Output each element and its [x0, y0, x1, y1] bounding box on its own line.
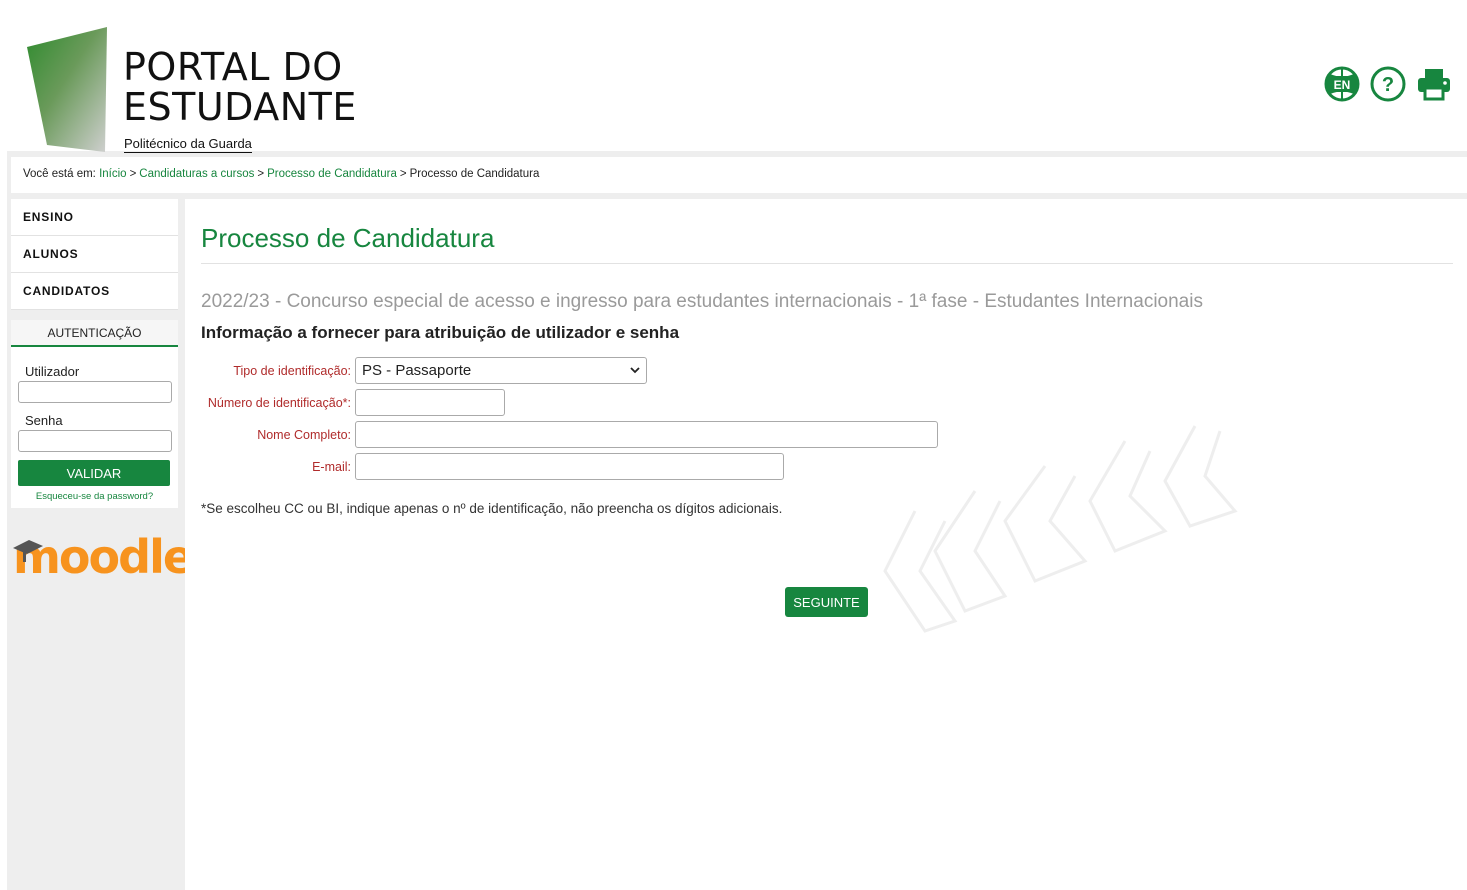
login-heading: AUTENTICAÇÃO [11, 320, 178, 347]
breadcrumb-link-processo[interactable]: Processo de Candidatura [267, 168, 397, 180]
breadcrumb-separator: > [257, 168, 265, 180]
sidebar-item-ensino[interactable]: ENSINO [11, 199, 178, 236]
moodle-link[interactable]: moodle [13, 532, 194, 582]
breadcrumb-link-inicio[interactable]: Início [99, 168, 127, 180]
header-toolbar: EN ? [1323, 65, 1453, 103]
password-input[interactable] [18, 430, 172, 452]
email-label: E-mail: [312, 459, 351, 474]
id-type-label: Tipo de identificação: [233, 363, 351, 378]
breadcrumb-prefix: Você está em: [23, 168, 96, 180]
row-id-type: Tipo de identificação: PS - Passaporte [185, 357, 647, 384]
contest-subtitle: 2022/23 - Concurso especial de acesso e … [201, 291, 1203, 312]
main-content: Processo de Candidatura 2022/23 - Concur… [185, 199, 1467, 890]
institution-name: Politécnico da Guarda [124, 136, 252, 153]
username-label: Utilizador [25, 364, 80, 379]
svg-text:?: ? [1382, 74, 1394, 96]
username-input[interactable] [18, 381, 172, 403]
portal-logo-icon [27, 27, 109, 152]
globe-en-icon[interactable]: EN [1323, 65, 1361, 103]
portal-title-line1: PORTAL DO [123, 45, 343, 89]
help-icon[interactable]: ? [1369, 65, 1407, 103]
login-panel: AUTENTICAÇÃO Utilizador Senha VALIDAR Es… [11, 320, 178, 508]
row-email: E-mail: [185, 453, 784, 480]
sidebar-item-candidatos[interactable]: CANDIDATOS [11, 273, 178, 310]
title-divider [201, 263, 1453, 264]
full-name-input[interactable] [355, 421, 938, 448]
breadcrumb-link-candidaturas[interactable]: Candidaturas a cursos [139, 168, 254, 180]
portal-title-line2: ESTUDANTE [123, 85, 357, 129]
print-icon[interactable] [1415, 65, 1453, 103]
sidebar-menu: ENSINO ALUNOS CANDIDATOS [11, 199, 178, 310]
sidebar-item-alunos[interactable]: ALUNOS [11, 236, 178, 273]
site-header: PORTAL DO ESTUDANTE Politécnico da Guard… [7, 7, 1467, 153]
id-type-value: PS - Passaporte [362, 362, 472, 379]
section-title: Informação a fornecer para atribuição de… [201, 323, 680, 342]
graduation-cap-icon [13, 540, 43, 562]
email-input[interactable] [355, 453, 784, 480]
decorative-chevrons [883, 425, 1238, 633]
forgot-password-link[interactable]: Esqueceu-se da password? [11, 491, 178, 502]
row-id-number: Número de identificação*: [185, 389, 505, 416]
full-name-label: Nome Completo: [257, 427, 351, 442]
id-number-input[interactable] [355, 389, 505, 416]
id-number-label: Número de identificação*: [207, 395, 351, 410]
language-badge: EN [1334, 78, 1351, 92]
password-label: Senha [25, 413, 63, 428]
breadcrumb: Você está em: Início > Candidaturas a curs… [11, 157, 1467, 193]
breadcrumb-current: Processo de Candidatura [409, 168, 540, 180]
chevron-down-icon [630, 367, 640, 374]
id-type-select[interactable]: PS - Passaporte [355, 357, 647, 384]
form-note: *Se escolheu CC ou BI, indique apenas o … [201, 501, 783, 516]
row-full-name: Nome Completo: [185, 421, 938, 448]
sidebar: ENSINO ALUNOS CANDIDATOS AUTENTICAÇÃO Ut… [11, 199, 194, 582]
breadcrumb-separator: > [129, 168, 137, 180]
breadcrumb-separator: > [399, 168, 407, 180]
validate-button[interactable]: VALIDAR [18, 460, 170, 486]
portal-title: PORTAL DO ESTUDANTE [123, 47, 357, 127]
page-title: Processo de Candidatura [201, 223, 495, 253]
next-button[interactable]: SEGUINTE [785, 587, 868, 617]
